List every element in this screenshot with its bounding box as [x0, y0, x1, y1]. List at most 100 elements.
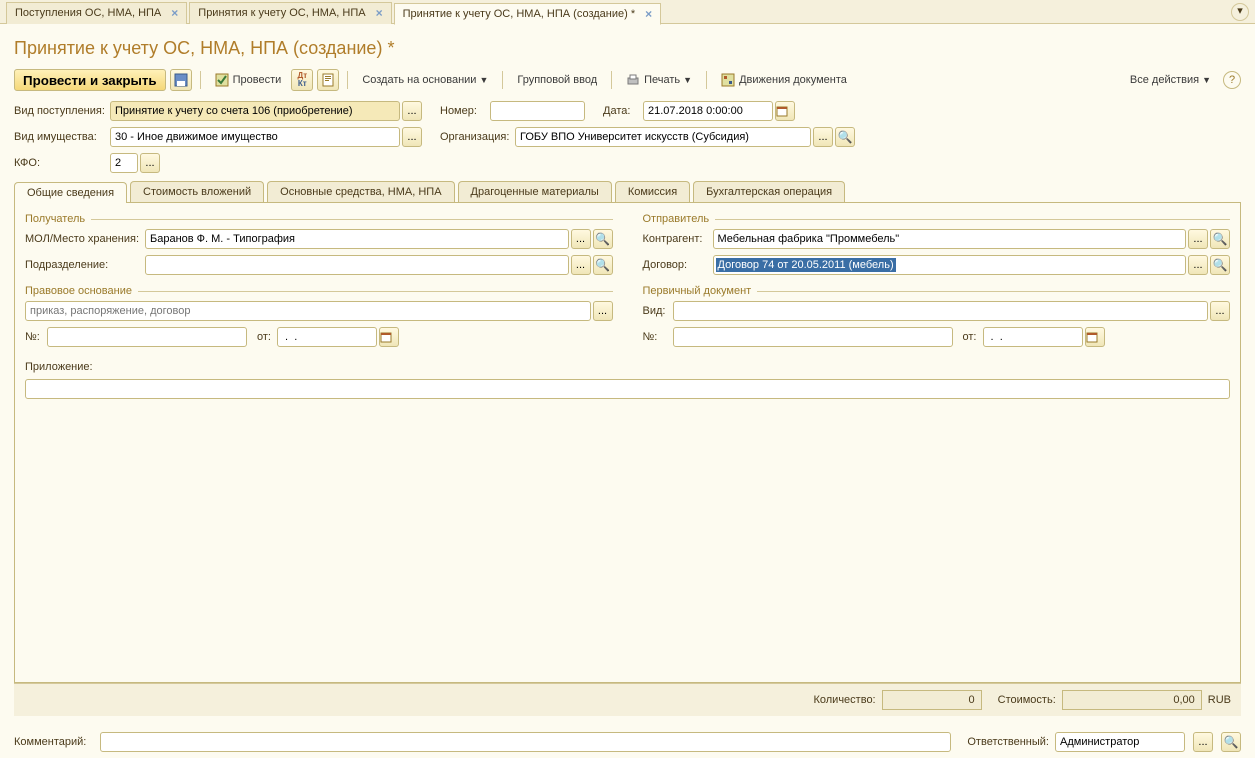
legal-from-label: от:	[257, 331, 277, 343]
dtkt-icon[interactable]: ДтКт	[291, 69, 313, 91]
doc-from-label: от:	[963, 331, 983, 343]
separator	[502, 71, 503, 89]
cost-value: 0,00	[1062, 690, 1202, 710]
org-input[interactable]	[515, 127, 811, 147]
primary-doc-group-title: Первичный документ	[643, 285, 1231, 297]
more-tabs-icon[interactable]: ▾	[1231, 3, 1249, 21]
doc-num-label: №:	[643, 331, 673, 343]
org-select-button[interactable]: ...	[813, 127, 833, 147]
legal-group-title: Правовое основание	[25, 285, 613, 297]
doc-date-button[interactable]	[1085, 327, 1105, 347]
receipt-type-input[interactable]	[110, 101, 400, 121]
tab-receipts[interactable]: Поступления ОС, НМА, НПА ×	[6, 2, 187, 24]
contract-input[interactable]: Договор 74 от 20.05.2011 (мебель)	[716, 258, 896, 272]
help-icon[interactable]: ?	[1223, 71, 1241, 89]
mol-label: МОЛ/Место хранения:	[25, 233, 145, 245]
contract-select-button[interactable]: ...	[1188, 255, 1208, 275]
kfo-select-button[interactable]: ...	[140, 153, 160, 173]
doc-type-input[interactable]	[673, 301, 1209, 321]
counterparty-input[interactable]	[713, 229, 1187, 249]
doc-num-input[interactable]	[673, 327, 953, 347]
close-icon[interactable]: ×	[645, 7, 652, 21]
mol-lookup-button[interactable]: 🔍	[593, 229, 613, 249]
dept-select-button[interactable]: ...	[571, 255, 591, 275]
legal-from-input[interactable]	[277, 327, 377, 347]
movements-button[interactable]: Движения документа	[715, 69, 853, 91]
window-tabs: Поступления ОС, НМА, НПА × Принятия к уч…	[0, 0, 1255, 24]
attachment-input[interactable]	[25, 379, 1230, 399]
tab-label: Поступления ОС, НМА, НПА	[15, 7, 161, 19]
group-input-button[interactable]: Групповой ввод	[511, 69, 603, 91]
kfo-input[interactable]	[110, 153, 138, 173]
submit-button[interactable]: Провести	[209, 69, 288, 91]
responsible-lookup-button[interactable]: 🔍	[1221, 732, 1241, 752]
date-label: Дата:	[603, 105, 643, 117]
responsible-select-button[interactable]: ...	[1193, 732, 1213, 752]
legal-num-label: №:	[25, 331, 47, 343]
close-icon[interactable]: ×	[171, 6, 178, 20]
footer-row: Комментарий: Ответственный: ... 🔍	[0, 726, 1255, 758]
cost-label: Стоимость:	[998, 694, 1056, 706]
page-title: Принятие к учету ОС, НМА, НПА (создание)…	[14, 38, 1241, 59]
date-input[interactable]	[643, 101, 773, 121]
doc-type-label: Вид:	[643, 305, 673, 317]
responsible-input[interactable]	[1055, 732, 1185, 752]
receipt-type-select-button[interactable]: ...	[402, 101, 422, 121]
date-picker-button[interactable]	[775, 101, 795, 121]
submit-and-close-button[interactable]: Провести и закрыть	[14, 69, 166, 91]
kfo-label: КФО:	[14, 157, 110, 169]
doc-type-select-button[interactable]: ...	[1210, 301, 1230, 321]
legal-date-button[interactable]	[379, 327, 399, 347]
separator	[347, 71, 348, 89]
dept-label: Подразделение:	[25, 259, 145, 271]
tab-commission[interactable]: Комиссия	[615, 181, 690, 202]
all-actions-button[interactable]: Все действия▼	[1124, 69, 1217, 91]
org-lookup-button[interactable]: 🔍	[835, 127, 855, 147]
doc-from-input[interactable]	[983, 327, 1083, 347]
tab-general[interactable]: Общие сведения	[14, 182, 127, 203]
legal-basis-input[interactable]	[25, 301, 591, 321]
recipient-group-title: Получатель	[25, 213, 613, 225]
report-icon[interactable]	[317, 69, 339, 91]
receipt-type-label: Вид поступления:	[14, 105, 110, 117]
number-input[interactable]	[490, 101, 585, 121]
tab-panel: Получатель МОЛ/Место хранения: ... 🔍 Под…	[14, 203, 1241, 683]
mol-select-button[interactable]: ...	[571, 229, 591, 249]
comment-label: Комментарий:	[14, 736, 94, 748]
tab-acceptance-create[interactable]: Принятие к учету ОС, НМА, НПА (создание)…	[394, 3, 662, 25]
attachment-label: Приложение:	[25, 361, 97, 373]
separator	[200, 71, 201, 89]
close-icon[interactable]: ×	[376, 6, 383, 20]
org-label: Организация:	[440, 131, 515, 143]
legal-num-input[interactable]	[47, 327, 247, 347]
tab-fixed-assets[interactable]: Основные средства, НМА, НПА	[267, 181, 454, 202]
separator	[611, 71, 612, 89]
property-type-select-button[interactable]: ...	[402, 127, 422, 147]
legal-select-button[interactable]: ...	[593, 301, 613, 321]
tab-investment-cost[interactable]: Стоимость вложений	[130, 181, 264, 202]
print-button[interactable]: Печать▼	[620, 69, 698, 91]
qty-value: 0	[882, 690, 982, 710]
dept-input[interactable]	[145, 255, 569, 275]
tab-precious[interactable]: Драгоценные материалы	[458, 181, 612, 202]
dept-lookup-button[interactable]: 🔍	[593, 255, 613, 275]
mol-input[interactable]	[145, 229, 569, 249]
counterparty-lookup-button[interactable]: 🔍	[1210, 229, 1230, 249]
counterparty-select-button[interactable]: ...	[1188, 229, 1208, 249]
totals-bar: Количество: 0 Стоимость: 0,00 RUB	[14, 683, 1241, 716]
create-based-button[interactable]: Создать на основании▼	[356, 69, 494, 91]
responsible-label: Ответственный:	[967, 736, 1049, 748]
tab-label: Принятия к учету ОС, НМА, НПА	[198, 7, 365, 19]
comment-input[interactable]	[100, 732, 951, 752]
contract-label: Договор:	[643, 259, 713, 271]
tab-accounting-op[interactable]: Бухгалтерская операция	[693, 181, 845, 202]
save-icon[interactable]	[170, 69, 192, 91]
tab-acceptances[interactable]: Принятия к учету ОС, НМА, НПА ×	[189, 2, 391, 24]
separator	[706, 71, 707, 89]
toolbar: Провести и закрыть Провести ДтКт Создать…	[14, 69, 1241, 91]
counterparty-label: Контрагент:	[643, 233, 713, 245]
contract-lookup-button[interactable]: 🔍	[1210, 255, 1230, 275]
inner-tabs: Общие сведения Стоимость вложений Основн…	[14, 181, 1241, 203]
qty-label: Количество:	[813, 694, 875, 706]
property-type-input[interactable]	[110, 127, 400, 147]
